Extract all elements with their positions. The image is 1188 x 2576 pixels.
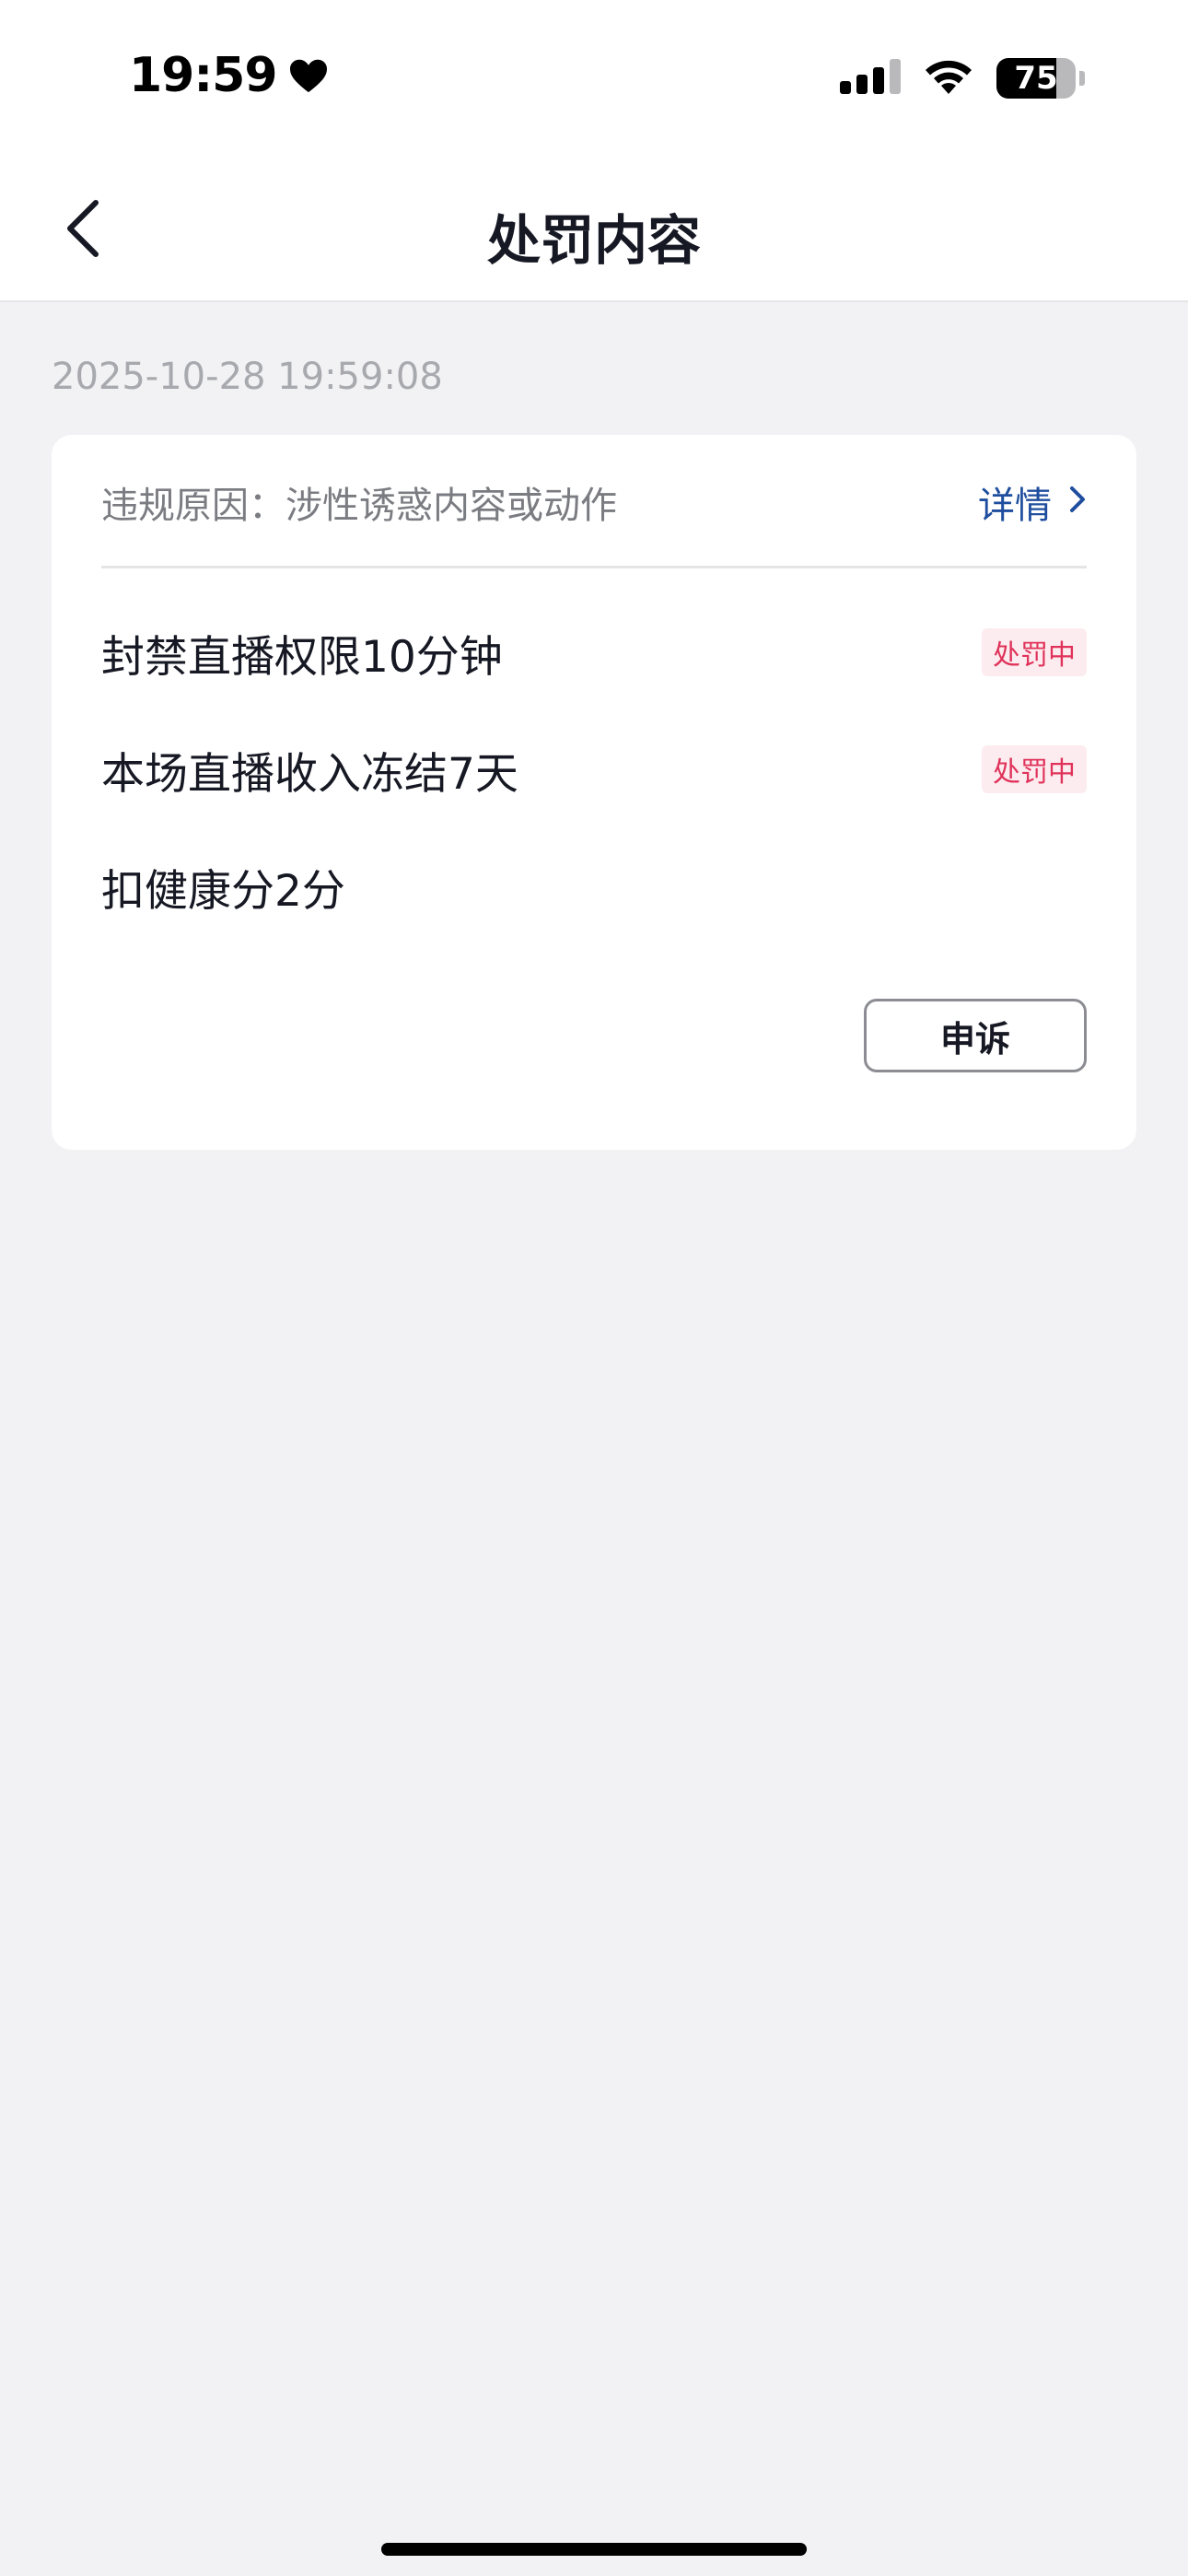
chevron-right-icon [1068, 481, 1087, 523]
battery-level: 75 [1014, 60, 1058, 97]
page-title: 处罚内容 [486, 209, 701, 272]
violation-reason-row: 违规原因：涉性诱惑内容或动作 详情 [101, 475, 1087, 568]
penalty-card: 违规原因：涉性诱惑内容或动作 详情 封禁直播权限10分钟 处罚中 本场直播收入冻… [52, 435, 1136, 1150]
signal-icon [840, 59, 901, 98]
status-time-text: 19:59 [129, 48, 278, 103]
penalty-text: 扣健康分2分 [101, 865, 345, 917]
appeal-button[interactable]: 申诉 [864, 999, 1087, 1072]
record-timestamp: 2025-10-28 19:59:08 [52, 356, 443, 398]
penalty-item: 扣健康分2分 [101, 849, 1087, 923]
violation-reason: 违规原因：涉性诱惑内容或动作 [101, 485, 617, 527]
divider [101, 566, 1087, 568]
battery-icon: 75 [996, 58, 1076, 99]
status-bar: 19:59 75 [0, 0, 1188, 160]
home-indicator[interactable] [381, 2543, 807, 2556]
battery-nub [1079, 71, 1085, 86]
status-badge: 处罚中 [982, 628, 1087, 676]
detail-label: 详情 [978, 485, 1052, 527]
nav-bar: 处罚内容 [0, 160, 1188, 302]
heart-icon [288, 57, 329, 94]
detail-link[interactable]: 详情 [978, 475, 1087, 529]
penalty-item: 本场直播收入冻结7天 处罚中 [101, 732, 1087, 806]
penalty-text: 封禁直播权限10分钟 [101, 631, 503, 683]
penalty-text: 本场直播收入冻结7天 [101, 748, 518, 800]
status-badge: 处罚中 [982, 745, 1087, 793]
status-indicators: 75 [840, 57, 1085, 100]
wifi-icon [921, 57, 976, 100]
status-time: 19:59 [129, 48, 329, 103]
penalty-item: 封禁直播权限10分钟 处罚中 [101, 615, 1087, 689]
